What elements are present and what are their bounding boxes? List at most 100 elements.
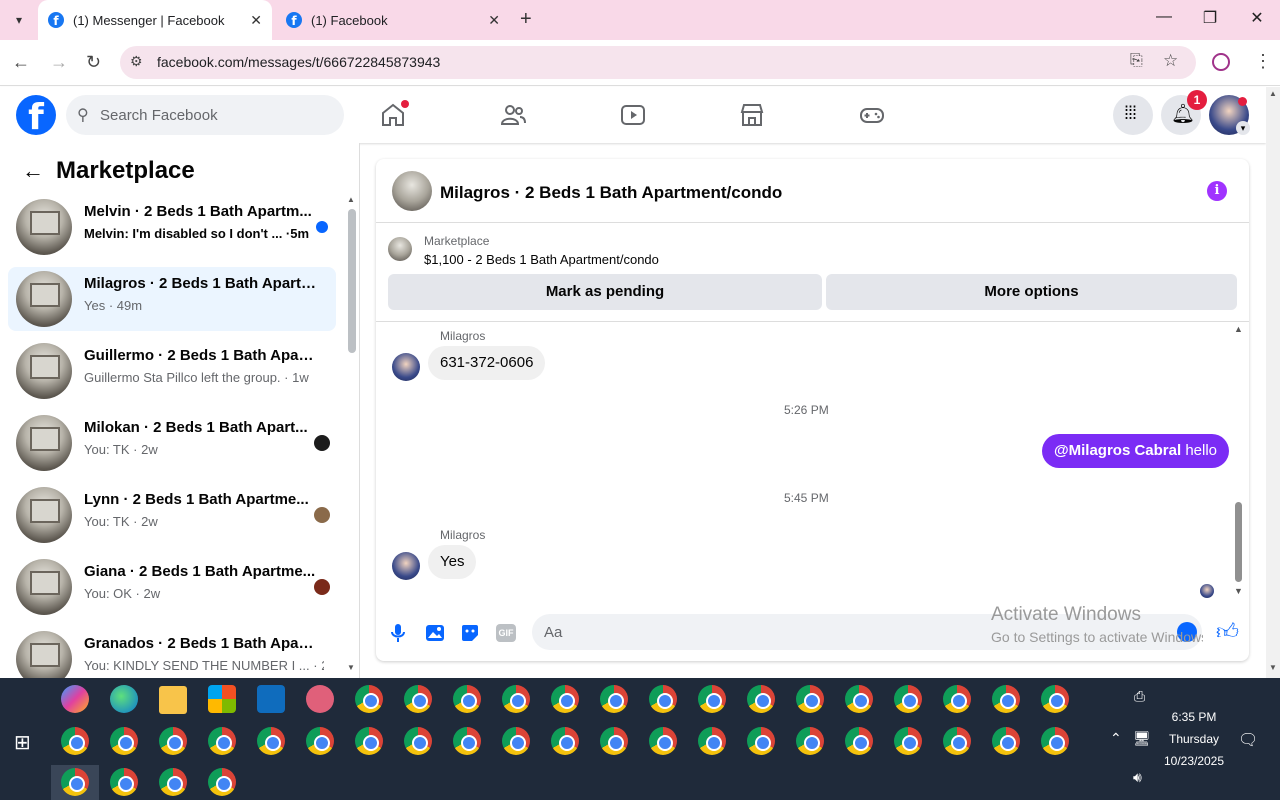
more-options-button[interactable]: More options — [826, 274, 1237, 310]
chrome-icon[interactable] — [1041, 727, 1069, 755]
friends-icon[interactable] — [500, 102, 526, 128]
chrome-icon[interactable] — [943, 727, 971, 755]
incoming-message[interactable]: Yes — [428, 545, 477, 579]
sender-avatar[interactable] — [392, 552, 420, 580]
close-tab-icon[interactable]: ✕ — [250, 12, 262, 29]
list-scroll-down-icon[interactable]: ▼ — [347, 663, 355, 672]
chrome-icon[interactable] — [306, 727, 334, 755]
chrome-icon[interactable] — [845, 727, 873, 755]
facebook-logo-icon[interactable]: f — [16, 95, 56, 135]
chrome-icon[interactable] — [502, 727, 530, 755]
chrome-icon[interactable] — [61, 768, 89, 796]
chrome-icon[interactable] — [600, 685, 628, 713]
reload-icon[interactable]: ↻ — [86, 52, 101, 73]
chrome-icon[interactable] — [551, 727, 579, 755]
copilot-icon[interactable] — [61, 685, 89, 713]
tab-search-icon[interactable]: ▾ — [8, 10, 30, 30]
chrome-icon[interactable] — [1041, 685, 1069, 713]
listing-avatar[interactable] — [392, 171, 432, 211]
conversation-item[interactable]: Giana · 2 Beds 1 Bath Apartme... You: OK… — [8, 555, 336, 619]
conversation-item[interactable]: Granados · 2 Beds 1 Bath Apart... You: K… — [8, 627, 336, 678]
chrome-icon[interactable] — [355, 727, 383, 755]
conversation-item[interactable]: Lynn · 2 Beds 1 Bath Apartme... You: TK … — [8, 483, 336, 547]
show-hidden-icons[interactable]: ⌃ — [1110, 730, 1122, 747]
chrome-icon[interactable] — [257, 727, 285, 755]
page-scrollbar[interactable]: ▲ ▼ — [1266, 87, 1280, 678]
info-icon[interactable]: i — [1207, 181, 1227, 201]
input-indicator-icon[interactable]: ⎙ — [1134, 688, 1145, 705]
chrome-icon[interactable] — [110, 727, 138, 755]
chrome-icon[interactable] — [61, 727, 89, 755]
clock-day[interactable]: Thursday — [1162, 732, 1226, 746]
chrome-icon[interactable] — [992, 727, 1020, 755]
chrome-icon[interactable] — [502, 685, 530, 713]
clock-date[interactable]: 10/23/2025 — [1157, 754, 1231, 768]
chat-title[interactable]: Milagros · 2 Beds 1 Bath Apartment/condo — [440, 183, 782, 203]
like-icon[interactable]: 👍︎ — [1216, 618, 1239, 645]
chrome-icon[interactable] — [404, 727, 432, 755]
close-window-button[interactable]: ✕ — [1245, 8, 1269, 28]
scroll-up-arrow-icon[interactable]: ▲ — [1269, 89, 1277, 98]
back-arrow-icon[interactable]: ← — [22, 158, 44, 184]
listing-detail[interactable]: $1,100 - 2 Beds 1 Bath Apartment/condo — [424, 252, 659, 267]
chat-scrollbar-thumb[interactable] — [1235, 502, 1242, 582]
chrome-icon[interactable] — [845, 685, 873, 713]
chrome-icon[interactable] — [159, 768, 187, 796]
chrome-icon[interactable] — [943, 685, 971, 713]
minimize-button[interactable]: — — [1152, 8, 1176, 26]
tab-facebook[interactable]: f (1) Facebook ✕ — [276, 0, 510, 40]
chrome-icon[interactable] — [698, 727, 726, 755]
outgoing-message[interactable]: @Milagros Cabral hello — [1042, 434, 1230, 468]
notification-center-icon[interactable]: 🗨︎ — [1238, 730, 1258, 750]
conversation-item[interactable]: Guillermo · 2 Beds 1 Bath Apart... Guill… — [8, 339, 336, 403]
outlook-icon[interactable] — [257, 685, 285, 713]
url-text[interactable]: facebook.com/messages/t/666722845873943 — [157, 54, 440, 70]
mention-text[interactable]: @Milagros Cabral — [1054, 442, 1181, 459]
mark-as-pending-button[interactable]: Mark as pending — [388, 274, 822, 310]
chevron-down-icon[interactable]: ▾ — [1236, 121, 1250, 135]
back-icon[interactable]: ← — [12, 52, 30, 73]
close-tab-icon[interactable]: ✕ — [488, 12, 500, 29]
bookmark-star-icon[interactable]: ☆ — [1163, 51, 1178, 71]
microphone-icon[interactable] — [390, 623, 406, 643]
chrome-icon[interactable] — [894, 727, 922, 755]
sender-avatar[interactable] — [392, 353, 420, 381]
menu-grid-button[interactable]: ⁞⁞⁞ — [1113, 95, 1153, 135]
conversation-item[interactable]: Milokan · 2 Beds 1 Bath Apart... You: TK… — [8, 411, 336, 475]
volume-icon[interactable]: 🔊︎ — [1133, 769, 1142, 786]
file-explorer-icon[interactable] — [159, 686, 187, 714]
gaming-icon[interactable] — [859, 102, 885, 128]
tab-messenger[interactable]: f (1) Messenger | Facebook ✕ — [38, 0, 272, 40]
chrome-icon[interactable] — [894, 685, 922, 713]
incoming-message[interactable]: 631-372-0606 — [428, 346, 546, 380]
chrome-icon[interactable] — [355, 685, 383, 713]
chrome-icon[interactable] — [747, 727, 775, 755]
sticker-icon[interactable] — [460, 623, 480, 643]
scroll-down-arrow-icon[interactable]: ▼ — [1269, 663, 1277, 672]
conversation-item-selected[interactable]: Milagros · 2 Beds 1 Bath Apartm... Yes ·… — [8, 267, 336, 331]
windows-start-icon[interactable]: ⊞ — [14, 730, 31, 755]
chrome-icon[interactable] — [110, 768, 138, 796]
microsoft-store-icon[interactable] — [208, 685, 236, 713]
edge-icon[interactable] — [110, 685, 138, 713]
photo-icon[interactable] — [425, 623, 445, 643]
chrome-icon[interactable] — [404, 685, 432, 713]
forward-icon[interactable]: → — [50, 52, 68, 73]
gif-icon[interactable]: GIF — [496, 624, 516, 642]
chrome-icon[interactable] — [747, 685, 775, 713]
chat-scroll-down-icon[interactable]: ▼ — [1234, 586, 1243, 596]
chrome-icon[interactable] — [208, 727, 236, 755]
list-scroll-up-icon[interactable]: ▲ — [347, 195, 355, 204]
browser-menu-icon[interactable]: ⋮ — [1254, 51, 1272, 72]
watch-icon[interactable] — [620, 102, 646, 128]
chrome-icon[interactable] — [159, 727, 187, 755]
network-icon[interactable]: 🖥︎ — [1133, 730, 1151, 747]
clock-time[interactable]: 6:35 PM — [1162, 710, 1226, 724]
chrome-icon[interactable] — [600, 727, 628, 755]
install-app-icon[interactable]: ⎘ — [1130, 52, 1143, 70]
site-info-icon[interactable]: ⚙ — [130, 53, 143, 70]
chat-scroll-up-icon[interactable]: ▲ — [1234, 324, 1243, 334]
url-bar[interactable]: ⚙ facebook.com/messages/t/66672284587394… — [120, 46, 1196, 79]
marketplace-icon[interactable] — [739, 102, 765, 128]
chrome-icon[interactable] — [698, 685, 726, 713]
